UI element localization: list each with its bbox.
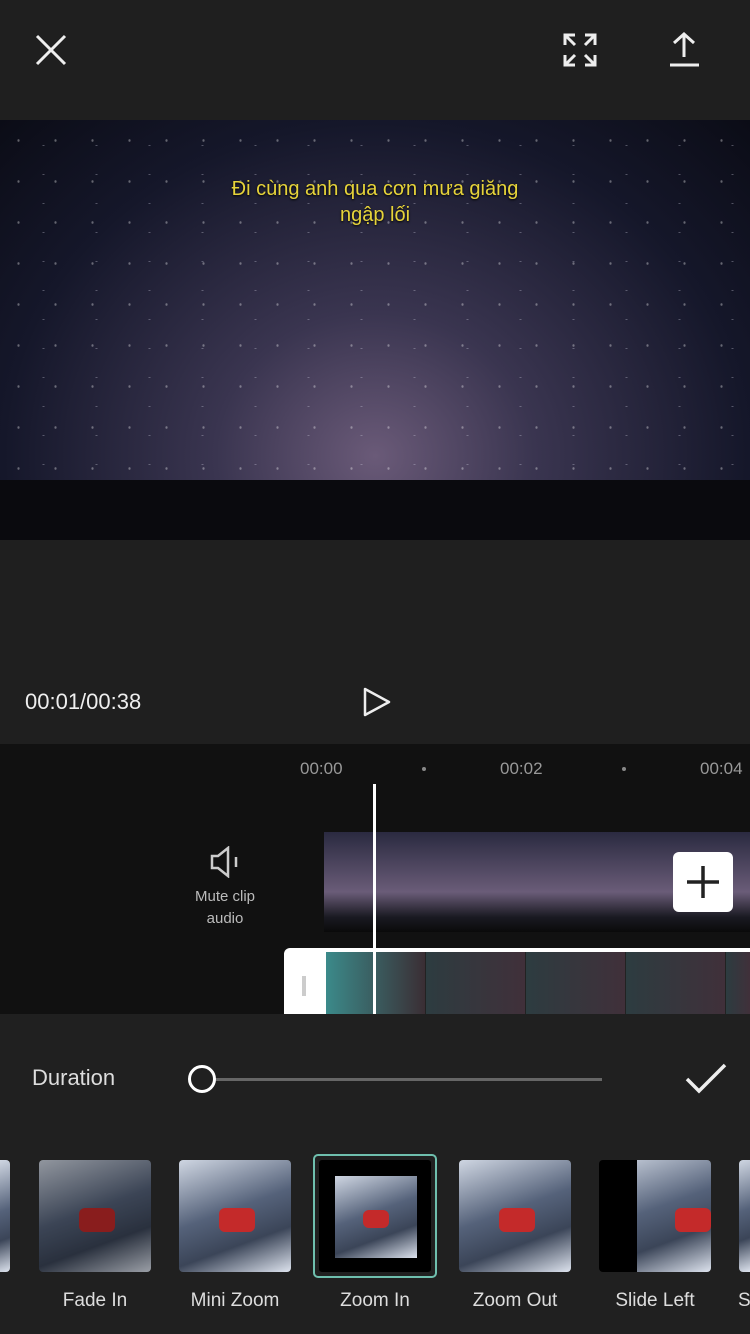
video-preview[interactable]: Đi cùng anh qua cơn mưa giăng ngập lối xyxy=(0,120,750,540)
subtitle-caption: Đi cùng anh qua cơn mưa giăng ngập lối xyxy=(0,176,750,228)
mute-label: Mute clip xyxy=(194,888,256,905)
close-icon xyxy=(35,34,67,66)
export-button[interactable] xyxy=(668,31,702,67)
add-clip-button[interactable] xyxy=(673,852,733,912)
fullscreen-icon xyxy=(563,33,597,67)
animation-label: Zoom Out xyxy=(472,1290,558,1311)
animation-option[interactable] xyxy=(0,1160,10,1272)
checkmark-icon xyxy=(685,1063,727,1094)
clip-trim-handle[interactable] xyxy=(302,976,306,996)
animation-label: Fade In xyxy=(62,1290,128,1311)
time-readout: 00:01/00:38 xyxy=(25,689,142,714)
duration-slider[interactable] xyxy=(188,1064,602,1094)
close-button[interactable] xyxy=(34,33,68,67)
animation-option[interactable] xyxy=(739,1160,750,1272)
caption-line: ngập lối xyxy=(339,204,411,226)
duration-label: Duration xyxy=(32,1065,116,1090)
mute-label: audio xyxy=(206,910,244,927)
speaker-icon xyxy=(210,846,238,878)
animation-zoom-in[interactable] xyxy=(313,1154,437,1278)
animation-label: Zoom In xyxy=(340,1290,410,1311)
caption-line: Đi cùng anh qua cơn mưa giăng xyxy=(231,178,519,200)
confirm-button[interactable] xyxy=(684,1062,728,1101)
upload-icon xyxy=(670,31,699,67)
plus-icon xyxy=(687,866,719,898)
animation-slide-left[interactable] xyxy=(599,1160,711,1272)
selected-clip-track[interactable] xyxy=(284,948,750,1014)
tick-dot xyxy=(422,767,426,771)
play-button[interactable] xyxy=(362,686,392,723)
playhead[interactable] xyxy=(373,784,376,1014)
mute-clip-audio-button[interactable]: Mute clip audio xyxy=(170,846,280,930)
animation-mini-zoom[interactable] xyxy=(179,1160,291,1272)
animation-label: Slide Left xyxy=(615,1290,695,1311)
fullscreen-button[interactable] xyxy=(563,33,597,67)
time-tick: 00:02 xyxy=(500,759,543,778)
timeline[interactable]: 00:00 00:02 00:04 Mute clip audio xyxy=(0,744,750,1014)
play-icon xyxy=(363,687,391,717)
time-tick: 00:04 xyxy=(700,759,743,778)
slider-thumb[interactable] xyxy=(188,1065,216,1093)
animation-zoom-out[interactable] xyxy=(459,1160,571,1272)
animation-label: S xyxy=(738,1290,750,1311)
animation-label: Mini Zoom xyxy=(190,1290,280,1311)
time-tick: 00:00 xyxy=(300,759,343,778)
tick-dot xyxy=(622,767,626,771)
animation-fade-in[interactable] xyxy=(39,1160,151,1272)
